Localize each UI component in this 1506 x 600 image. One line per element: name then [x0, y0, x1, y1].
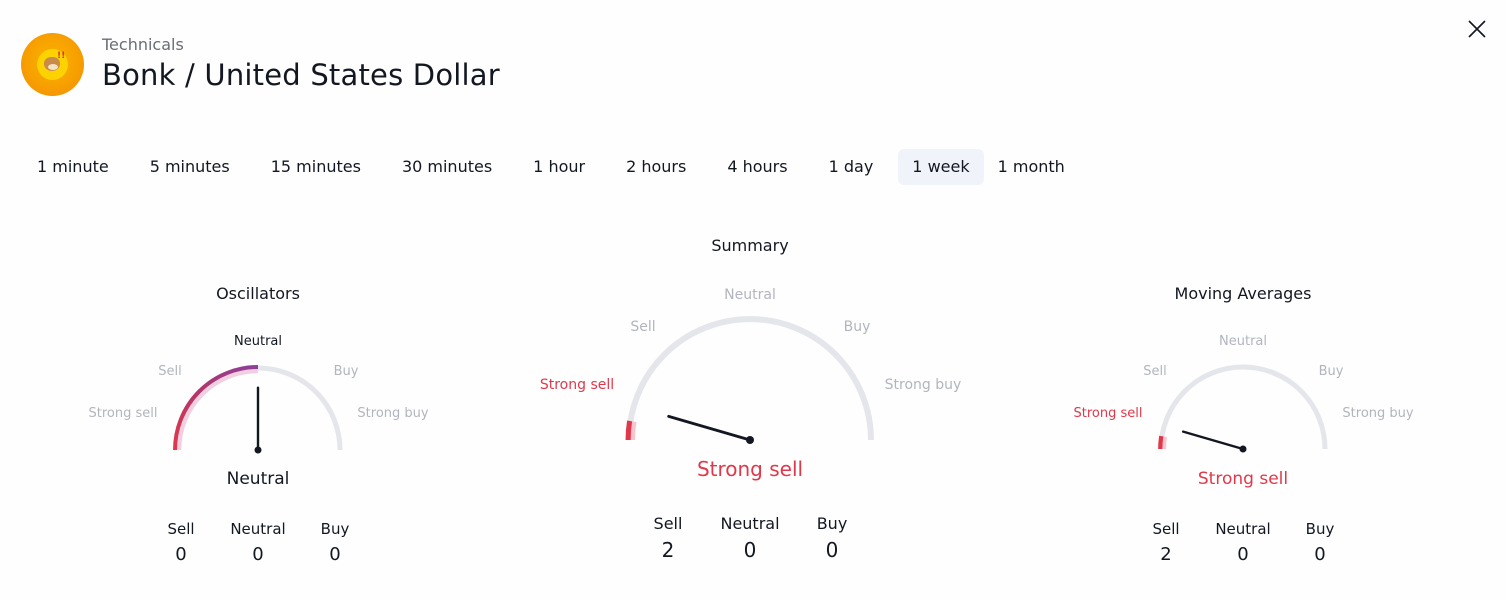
gauge-fill-inner [1161, 436, 1167, 450]
count-neutral-value: 0 [252, 544, 264, 565]
count-sell: Sell 2 [627, 514, 709, 562]
gauge-fill [1158, 435, 1164, 450]
count-sell-label: Sell [167, 520, 195, 538]
gauge-fill [625, 420, 633, 441]
count-neutral: Neutral 0 [220, 520, 297, 565]
count-neutral-value: 0 [743, 538, 757, 562]
gauge-track [626, 316, 874, 441]
oscillators-rating: Neutral [226, 469, 290, 489]
moving-averages-counts: Sell 2 Neutral 0 Buy 0 [1128, 520, 1359, 565]
gauge-fill-inner [176, 368, 259, 451]
gauge-fill-inner [629, 421, 637, 441]
gauge-track [1158, 364, 1328, 450]
count-sell: Sell 2 [1128, 520, 1205, 565]
count-sell-value: 2 [1160, 544, 1172, 565]
count-buy: Buy 0 [297, 520, 374, 565]
count-sell-value: 0 [175, 544, 187, 565]
gauge-needle-pivot [746, 436, 754, 444]
summary-counts: Sell 2 Neutral 0 Buy 0 [627, 514, 873, 562]
count-buy-label: Buy [320, 520, 350, 538]
count-buy-value: 0 [825, 538, 839, 562]
gauges-canvas [173, 316, 1328, 454]
gauge-fill [173, 365, 259, 451]
gauge-needle [1181, 430, 1245, 451]
oscillators-gauge [173, 365, 343, 454]
count-neutral-label: Neutral [1215, 520, 1271, 538]
moving-averages-gauge [1158, 364, 1328, 453]
count-sell-label: Sell [653, 514, 683, 533]
count-buy-value: 0 [329, 544, 341, 565]
count-buy-label: Buy [816, 514, 848, 533]
gauge-needle-pivot [1239, 445, 1247, 453]
count-buy-label: Buy [1305, 520, 1335, 538]
count-buy: Buy 0 [1282, 520, 1359, 565]
gauge-needle-pivot [254, 446, 262, 454]
count-neutral-label: Neutral [230, 520, 286, 538]
count-sell-label: Sell [1152, 520, 1180, 538]
count-neutral: Neutral 0 [709, 514, 791, 562]
count-neutral-label: Neutral [720, 514, 780, 533]
oscillators-counts: Sell 0 Neutral 0 Buy 0 [143, 520, 374, 565]
count-buy-value: 0 [1314, 544, 1326, 565]
count-buy: Buy 0 [791, 514, 873, 562]
count-neutral-value: 0 [1237, 544, 1249, 565]
gauge-needle [667, 414, 752, 442]
summary-rating: Strong sell [696, 457, 804, 481]
count-neutral: Neutral 0 [1205, 520, 1282, 565]
summary-gauge [625, 316, 874, 444]
moving-averages-rating: Strong sell [1197, 469, 1289, 489]
count-sell-value: 2 [661, 538, 675, 562]
count-sell: Sell 0 [143, 520, 220, 565]
